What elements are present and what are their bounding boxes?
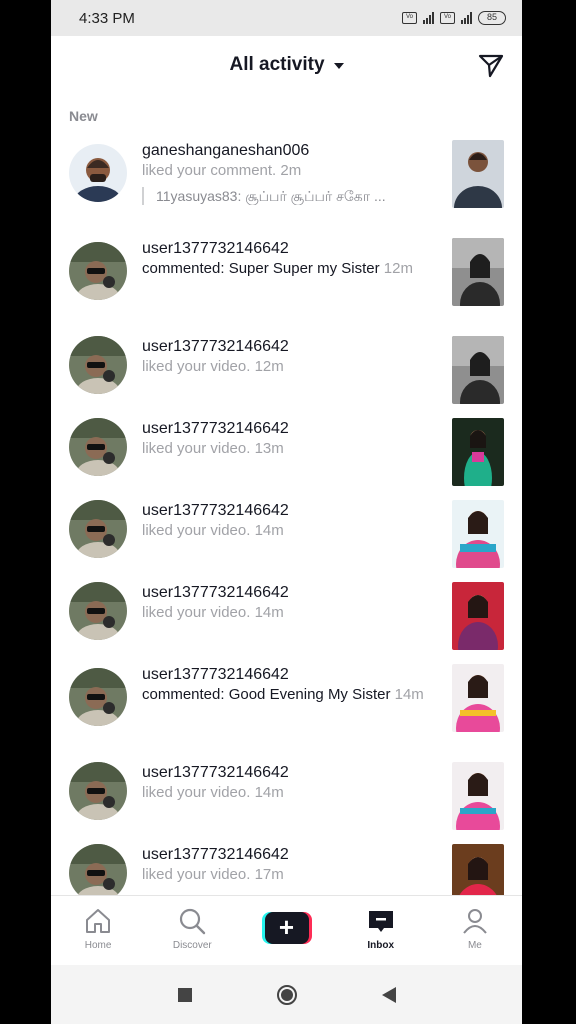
activity-description: liked your video. 14m (142, 522, 284, 539)
activity-description: commented: Good Evening My Sister 14m (142, 686, 424, 703)
nav-create[interactable]: + (239, 896, 333, 965)
battery-icon: 85 (478, 11, 506, 25)
search-icon (180, 908, 206, 935)
username[interactable]: ganeshanganeshan006 (142, 141, 442, 161)
plus-icon: + (264, 912, 309, 944)
activity-text: user1377732146642 liked your video. 12m (142, 337, 442, 377)
back-button[interactable] (377, 983, 401, 1007)
activity-text: user1377732146642 liked your video. 13m (142, 419, 442, 459)
activity-item[interactable]: user1377732146642 liked your video. 17m (51, 834, 522, 895)
video-thumbnail[interactable] (452, 238, 504, 306)
avatar[interactable] (69, 762, 127, 820)
video-thumbnail[interactable] (452, 762, 504, 830)
video-thumbnail[interactable] (452, 500, 504, 568)
recents-button[interactable] (173, 983, 197, 1007)
activity-list: ganeshanganeshan006 liked your comment. … (51, 130, 522, 895)
activity-item[interactable]: user1377732146642 liked your video. 14m (51, 752, 522, 834)
signal-icon-2 (461, 12, 472, 24)
username[interactable]: user1377732146642 (142, 665, 442, 685)
username[interactable]: user1377732146642 (142, 239, 442, 259)
username[interactable]: user1377732146642 (142, 501, 442, 521)
avatar[interactable] (69, 668, 127, 726)
activity-item[interactable]: user1377732146642 commented: Good Evenin… (51, 654, 522, 752)
activity-text: user1377732146642 liked your video. 17m (142, 845, 442, 885)
nav-me[interactable]: Me (428, 896, 522, 965)
activity-item[interactable]: user1377732146642 liked your video. 13m (51, 408, 522, 490)
section-label-new: New (69, 108, 98, 124)
activity-text: user1377732146642 liked your video. 14m (142, 583, 442, 623)
username[interactable]: user1377732146642 (142, 845, 442, 865)
quoted-comment: 11yasuyas83: சூப்பர் சூப்பர் சகோ ... (142, 187, 442, 205)
video-thumbnail[interactable] (452, 336, 504, 404)
username[interactable]: user1377732146642 (142, 583, 442, 603)
avatar[interactable] (69, 418, 127, 476)
header: All activity (51, 36, 522, 94)
activity-text: user1377732146642 liked your video. 14m (142, 501, 442, 541)
circle-icon (276, 984, 297, 1005)
activity-description: liked your comment. 2m (142, 162, 302, 179)
activity-item[interactable]: user1377732146642 commented: Super Super… (51, 228, 522, 326)
paper-plane-icon[interactable] (477, 51, 505, 79)
nav-me-label: Me (467, 940, 482, 951)
nav-inbox-label: Inbox (367, 940, 395, 951)
username[interactable]: user1377732146642 (142, 763, 442, 783)
video-thumbnail[interactable] (452, 140, 504, 208)
activity-item[interactable]: ganeshanganeshan006 liked your comment. … (51, 130, 522, 228)
phone-screen: 4:33 PM Vo Vo 85 All activity New ganesh… (51, 0, 522, 1024)
username[interactable]: user1377732146642 (142, 337, 442, 357)
avatar[interactable] (69, 242, 127, 300)
status-icons: Vo Vo 85 (402, 11, 506, 25)
nav-discover[interactable]: Discover (145, 896, 239, 965)
activity-description: liked your video. 14m (142, 604, 284, 621)
create-button[interactable]: + (261, 912, 312, 944)
volte-icon: Vo (402, 12, 417, 24)
chevron-down-icon[interactable] (333, 63, 344, 69)
back-triangle-icon (381, 986, 396, 1003)
activity-item[interactable]: user1377732146642 liked your video. 12m (51, 326, 522, 408)
activity-filter-title[interactable]: All activity (229, 54, 324, 76)
activity-text: user1377732146642 liked your video. 14m (142, 763, 442, 803)
activity-description: liked your video. 14m (142, 784, 284, 801)
activity-item[interactable]: user1377732146642 liked your video. 14m (51, 490, 522, 572)
profile-icon (463, 909, 487, 934)
avatar[interactable] (69, 500, 127, 558)
home-icon (86, 909, 111, 933)
avatar[interactable] (69, 144, 127, 202)
nav-inbox[interactable]: Inbox (334, 896, 428, 965)
username[interactable]: user1377732146642 (142, 419, 442, 439)
bottom-navigation: Home Discover + Inbox Me (51, 895, 522, 965)
avatar[interactable] (69, 582, 127, 640)
status-time: 4:33 PM (79, 9, 135, 27)
home-button[interactable] (275, 983, 299, 1007)
activity-text: ganeshanganeshan006 liked your comment. … (142, 141, 442, 205)
square-icon (177, 987, 192, 1002)
activity-description: liked your video. 17m (142, 866, 284, 883)
avatar[interactable] (69, 844, 127, 895)
signal-icon (423, 12, 434, 24)
activity-text: user1377732146642 commented: Super Super… (142, 239, 442, 279)
video-thumbnail[interactable] (452, 664, 504, 732)
activity-description: liked your video. 13m (142, 440, 284, 457)
nav-home-label: Home (84, 940, 112, 951)
activity-description: liked your video. 12m (142, 358, 284, 375)
avatar[interactable] (69, 336, 127, 394)
nav-discover-label: Discover (172, 940, 212, 951)
nav-home[interactable]: Home (51, 896, 145, 965)
video-thumbnail[interactable] (452, 418, 504, 486)
android-navigation-bar (51, 965, 522, 1024)
activity-description: commented: Super Super my Sister 12m (142, 260, 413, 277)
video-thumbnail[interactable] (452, 844, 504, 895)
volte-icon-2: Vo (440, 12, 455, 24)
video-thumbnail[interactable] (452, 582, 504, 650)
inbox-icon (368, 911, 393, 932)
status-bar: 4:33 PM Vo Vo 85 (51, 0, 522, 36)
activity-item[interactable]: user1377732146642 liked your video. 14m (51, 572, 522, 654)
activity-text: user1377732146642 commented: Good Evenin… (142, 665, 442, 705)
